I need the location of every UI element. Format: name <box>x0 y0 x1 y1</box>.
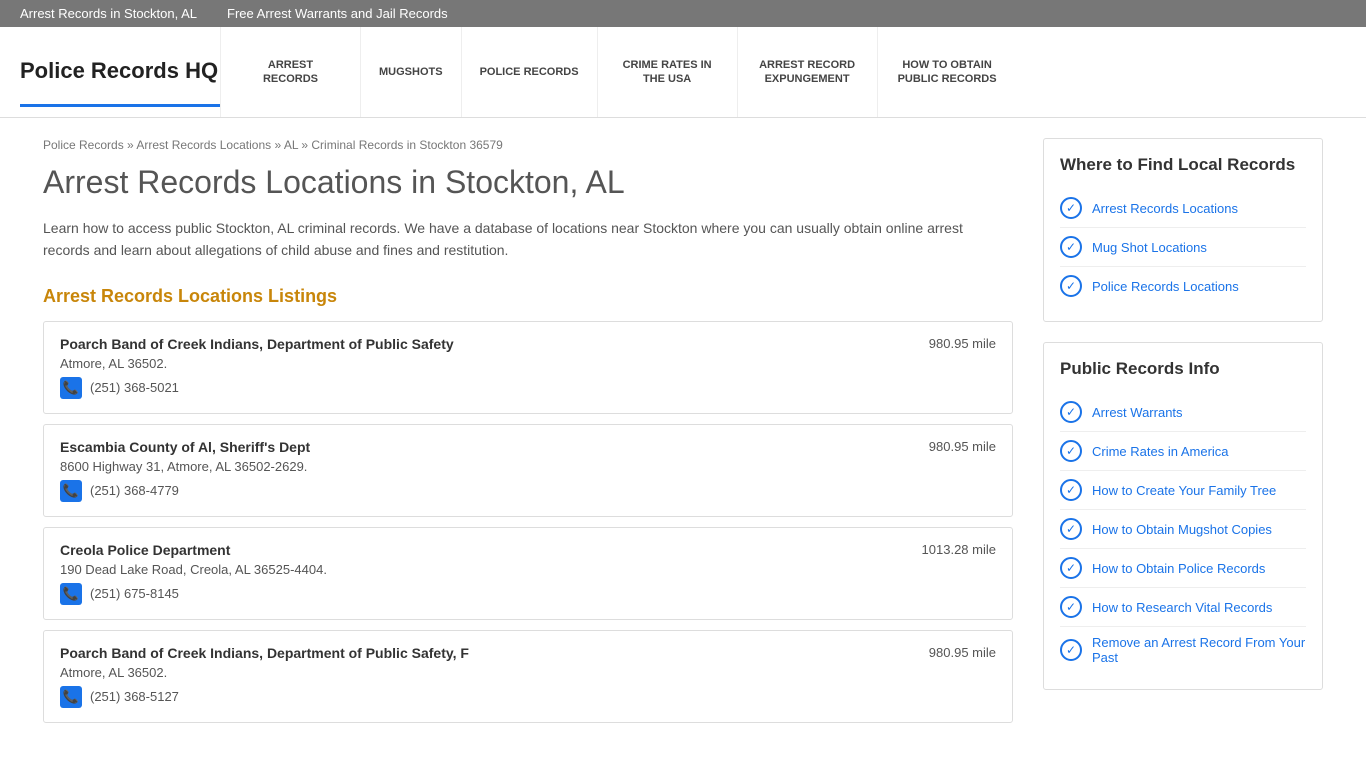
phone-icon-3: 📞 <box>60 686 82 708</box>
check-icon-local-2: ✓ <box>1060 275 1082 297</box>
sidebar: Where to Find Local Records ✓ Arrest Reco… <box>1043 138 1323 733</box>
listing-card-3: Poarch Band of Creek Indians, Department… <box>43 630 1013 723</box>
listing-phone-number-2[interactable]: (251) 675-8145 <box>90 586 179 601</box>
public-record-link-3[interactable]: ✓ How to Obtain Mugshot Copies <box>1060 510 1306 549</box>
breadcrumb-separator: » <box>271 138 284 152</box>
public-record-label-4: How to Obtain Police Records <box>1092 561 1265 576</box>
listing-phone-number-3[interactable]: (251) 368-5127 <box>90 689 179 704</box>
public-record-link-4[interactable]: ✓ How to Obtain Police Records <box>1060 549 1306 588</box>
local-records-section: Where to Find Local Records ✓ Arrest Reco… <box>1043 138 1323 322</box>
local-records-links: ✓ Arrest Records Locations ✓ Mug Shot Locat… <box>1060 189 1306 305</box>
listing-card-2: Creola Police Department 1013.28 mile 19… <box>43 527 1013 620</box>
listing-phone-1: 📞 (251) 368-4779 <box>60 480 996 502</box>
check-icon-local-0: ✓ <box>1060 197 1082 219</box>
public-records-links: ✓Arrest Warrants✓Crime Rates in America✓… <box>1060 393 1306 673</box>
check-icon-local-1: ✓ <box>1060 236 1082 258</box>
listing-name-1: Escambia County of Al, Sheriff's Dept <box>60 439 310 455</box>
public-record-label-1: Crime Rates in America <box>1092 444 1229 459</box>
listing-address-1: 8600 Highway 31, Atmore, AL 36502-2629. <box>60 459 996 474</box>
listing-header-2: Creola Police Department 1013.28 mile <box>60 542 996 558</box>
listing-header-3: Poarch Band of Creek Indians, Department… <box>60 645 996 661</box>
section-heading: Arrest Records Locations Listings <box>43 286 1013 307</box>
local-record-link-0[interactable]: ✓ Arrest Records Locations <box>1060 189 1306 228</box>
check-icon-public-4: ✓ <box>1060 557 1082 579</box>
listing-name-0: Poarch Band of Creek Indians, Department… <box>60 336 454 352</box>
listing-card-0: Poarch Band of Creek Indians, Department… <box>43 321 1013 414</box>
nav-item-arrest-record-expungement[interactable]: ARREST RECORD EXPUNGEMENT <box>737 27 877 117</box>
listing-phone-number-0[interactable]: (251) 368-5021 <box>90 380 179 395</box>
local-record-label-1: Mug Shot Locations <box>1092 240 1207 255</box>
check-icon-public-6: ✓ <box>1060 639 1082 661</box>
top-bar: Arrest Records in Stockton, AL Free Arre… <box>0 0 1366 27</box>
breadcrumb: Police Records » Arrest Records Location… <box>43 138 1013 152</box>
breadcrumb-item-0[interactable]: Police Records <box>43 138 124 152</box>
content-area: Police Records » Arrest Records Location… <box>43 138 1013 733</box>
public-record-link-6[interactable]: ✓ Remove an Arrest Record From Your Past <box>1060 627 1306 673</box>
public-record-link-5[interactable]: ✓ How to Research Vital Records <box>1060 588 1306 627</box>
local-record-link-2[interactable]: ✓ Police Records Locations <box>1060 267 1306 305</box>
listing-address-2: 190 Dead Lake Road, Creola, AL 36525-440… <box>60 562 996 577</box>
public-record-label-6: Remove an Arrest Record From Your Past <box>1092 635 1306 665</box>
logo[interactable]: Police Records HQ <box>20 38 220 107</box>
check-icon-public-0: ✓ <box>1060 401 1082 423</box>
local-record-label-0: Arrest Records Locations <box>1092 201 1238 216</box>
nav-item-mugshots[interactable]: MUGSHOTS <box>360 27 461 117</box>
breadcrumb-item-1[interactable]: Arrest Records Locations <box>136 138 271 152</box>
page-title: Arrest Records Locations in Stockton, AL <box>43 164 1013 201</box>
check-icon-public-1: ✓ <box>1060 440 1082 462</box>
public-record-label-5: How to Research Vital Records <box>1092 600 1272 615</box>
phone-icon-2: 📞 <box>60 583 82 605</box>
public-record-link-0[interactable]: ✓ Arrest Warrants <box>1060 393 1306 432</box>
breadcrumb-item-3[interactable]: Criminal Records in Stockton 36579 <box>311 138 502 152</box>
local-records-title: Where to Find Local Records <box>1060 155 1306 175</box>
phone-icon-1: 📞 <box>60 480 82 502</box>
main-container: Police Records » Arrest Records Location… <box>23 118 1343 773</box>
breadcrumb-separator: » <box>124 138 137 152</box>
breadcrumb-item-2[interactable]: AL <box>284 138 298 152</box>
listing-phone-3: 📞 (251) 368-5127 <box>60 686 996 708</box>
listing-address-3: Atmore, AL 36502. <box>60 665 996 680</box>
nav-item-police-records[interactable]: POLICE RECORDS <box>461 27 597 117</box>
listing-phone-0: 📞 (251) 368-5021 <box>60 377 996 399</box>
listing-card-1: Escambia County of Al, Sheriff's Dept 98… <box>43 424 1013 517</box>
main-nav: ARREST RECORDSMUGSHOTSPOLICE RECORDSCRIM… <box>220 27 1346 117</box>
check-icon-public-3: ✓ <box>1060 518 1082 540</box>
listing-name-2: Creola Police Department <box>60 542 230 558</box>
nav-item-how-to-obtain-public-records[interactable]: HOW TO OBTAIN PUBLIC RECORDS <box>877 27 1017 117</box>
nav-item-crime-rates-in-the-usa[interactable]: CRIME RATES IN THE USA <box>597 27 737 117</box>
breadcrumb-separator: » <box>298 138 311 152</box>
description: Learn how to access public Stockton, AL … <box>43 217 1013 262</box>
public-record-label-3: How to Obtain Mugshot Copies <box>1092 522 1272 537</box>
topbar-link-1[interactable]: Arrest Records in Stockton, AL <box>20 6 197 21</box>
check-icon-public-5: ✓ <box>1060 596 1082 618</box>
public-record-label-0: Arrest Warrants <box>1092 405 1183 420</box>
nav-item-arrest-records[interactable]: ARREST RECORDS <box>220 27 360 117</box>
phone-icon-0: 📞 <box>60 377 82 399</box>
listing-distance-2: 1013.28 mile <box>922 542 996 557</box>
public-records-section: Public Records Info ✓ Arrest Warrants ✓ Cri… <box>1043 342 1323 690</box>
listing-name-3: Poarch Band of Creek Indians, Department… <box>60 645 469 661</box>
listing-phone-number-1[interactable]: (251) 368-4779 <box>90 483 179 498</box>
public-record-link-2[interactable]: ✓ How to Create Your Family Tree <box>1060 471 1306 510</box>
listings-container: Poarch Band of Creek Indians, Department… <box>43 321 1013 723</box>
public-record-label-2: How to Create Your Family Tree <box>1092 483 1276 498</box>
listing-phone-2: 📞 (251) 675-8145 <box>60 583 996 605</box>
check-icon-public-2: ✓ <box>1060 479 1082 501</box>
public-records-title: Public Records Info <box>1060 359 1306 379</box>
topbar-link-2[interactable]: Free Arrest Warrants and Jail Records <box>227 6 448 21</box>
local-record-label-2: Police Records Locations <box>1092 279 1239 294</box>
listing-distance-0: 980.95 mile <box>929 336 996 351</box>
header: Police Records HQ ARREST RECORDSMUGSHOTS… <box>0 27 1366 118</box>
listing-distance-3: 980.95 mile <box>929 645 996 660</box>
listing-header-0: Poarch Band of Creek Indians, Department… <box>60 336 996 352</box>
local-record-link-1[interactable]: ✓ Mug Shot Locations <box>1060 228 1306 267</box>
listing-address-0: Atmore, AL 36502. <box>60 356 996 371</box>
public-record-link-1[interactable]: ✓ Crime Rates in America <box>1060 432 1306 471</box>
listing-distance-1: 980.95 mile <box>929 439 996 454</box>
listing-header-1: Escambia County of Al, Sheriff's Dept 98… <box>60 439 996 455</box>
